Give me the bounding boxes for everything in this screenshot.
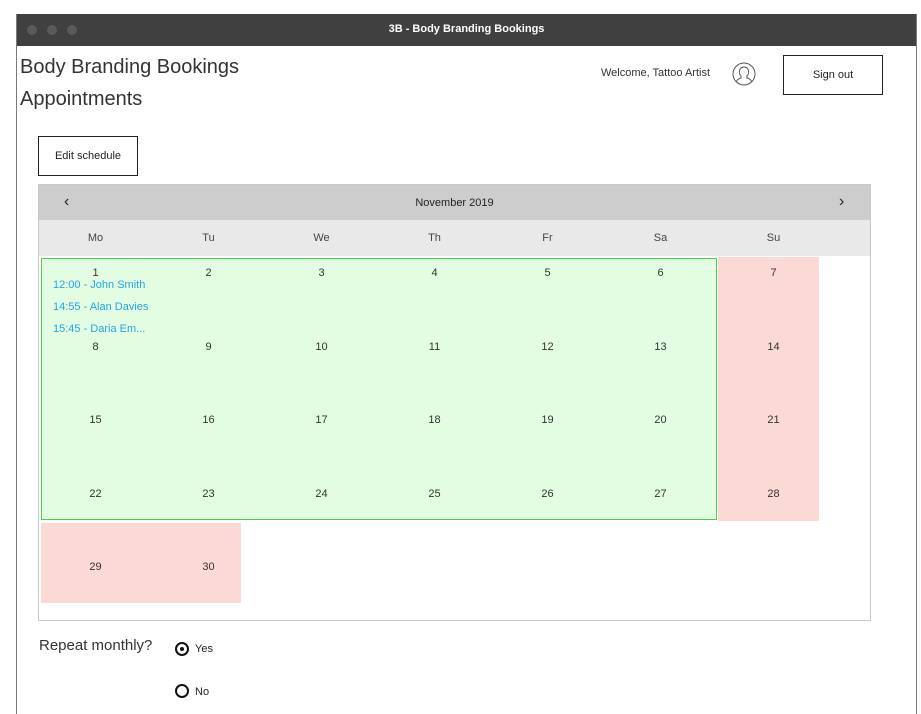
calendar-day[interactable]: 10: [265, 341, 378, 353]
calendar-day[interactable]: 13: [604, 341, 717, 353]
calendar-day[interactable]: 18: [378, 414, 491, 426]
calendar-day[interactable]: 20: [604, 414, 717, 426]
calendar-header: ‹ November 2019 ›: [39, 185, 870, 220]
radio-selected-dot: [180, 647, 184, 651]
calendar-day[interactable]: 5: [491, 267, 604, 279]
repeat-no-radio[interactable]: [175, 684, 189, 698]
weekday-label: We: [313, 232, 330, 244]
repeat-yes-radio[interactable]: [175, 642, 189, 656]
calendar-day[interactable]: 6: [604, 267, 717, 279]
calendar-day[interactable]: 17: [265, 414, 378, 426]
title-bar: 3B - Body Branding Bookings: [17, 14, 916, 46]
unavailable-sundays-block: [718, 257, 819, 521]
calendar-day[interactable]: 9: [152, 341, 265, 353]
calendar-day[interactable]: 23: [152, 488, 265, 500]
calendar-day[interactable]: 7: [717, 267, 830, 279]
window-title: 3B - Body Branding Bookings: [388, 23, 545, 35]
welcome-text: Welcome, Tattoo Artist: [601, 67, 711, 79]
weekday-label: Tu: [202, 232, 215, 244]
calendar-day[interactable]: 29: [39, 561, 152, 573]
weekday-header-row: Mo Tu We Th Fr Sa Su: [39, 220, 870, 256]
weekday-label: Mo: [87, 232, 104, 244]
repeat-monthly-label: Repeat monthly?: [39, 637, 153, 654]
calendar-day[interactable]: 24: [265, 488, 378, 500]
calendar-day[interactable]: 30: [152, 561, 265, 573]
weekday-label: Sa: [653, 232, 668, 244]
weekday-label: Su: [766, 232, 781, 244]
edit-schedule-button[interactable]: Edit schedule: [38, 136, 138, 176]
calendar-day[interactable]: 12: [491, 341, 604, 353]
weekday-label: Th: [428, 232, 441, 244]
calendar-day[interactable]: 27: [604, 488, 717, 500]
calendar-day[interactable]: 4: [378, 267, 491, 279]
calendar-day[interactable]: 15: [39, 414, 152, 426]
calendar-day[interactable]: 11: [378, 341, 491, 353]
appointment-link[interactable]: 15:45 - Daria Em...: [53, 323, 145, 335]
appointment-link[interactable]: 14:55 - Alan Davies: [53, 301, 148, 313]
next-month-button[interactable]: ›: [839, 194, 844, 210]
calendar-day[interactable]: 19: [491, 414, 604, 426]
appointment-link[interactable]: 12:00 - John Smith: [53, 279, 145, 291]
app-window: 3B - Body Branding Bookings Body Brandin…: [16, 14, 917, 714]
calendar-day[interactable]: 21: [717, 414, 830, 426]
calendar-day[interactable]: 14: [717, 341, 830, 353]
weekday-label: Fr: [542, 232, 553, 244]
sign-out-button[interactable]: Sign out: [783, 55, 883, 95]
app-title: Body Branding Bookings: [20, 56, 240, 78]
available-days-block: [41, 258, 717, 520]
calendar-day[interactable]: 3: [265, 267, 378, 279]
calendar-day[interactable]: 2: [152, 267, 265, 279]
repeat-no-label[interactable]: No: [195, 686, 209, 698]
month-label: November 2019: [415, 197, 494, 209]
calendar-day[interactable]: 8: [39, 341, 152, 353]
calendar-day[interactable]: 28: [717, 488, 830, 500]
calendar-day[interactable]: 16: [152, 414, 265, 426]
calendar-day[interactable]: 26: [491, 488, 604, 500]
calendar-day[interactable]: 1: [39, 267, 152, 279]
repeat-yes-label[interactable]: Yes: [195, 643, 213, 655]
calendar-day[interactable]: 22: [39, 488, 152, 500]
page-title: Appointments: [20, 88, 143, 110]
user-avatar-icon[interactable]: [732, 62, 756, 86]
calendar-day[interactable]: 25: [378, 488, 491, 500]
